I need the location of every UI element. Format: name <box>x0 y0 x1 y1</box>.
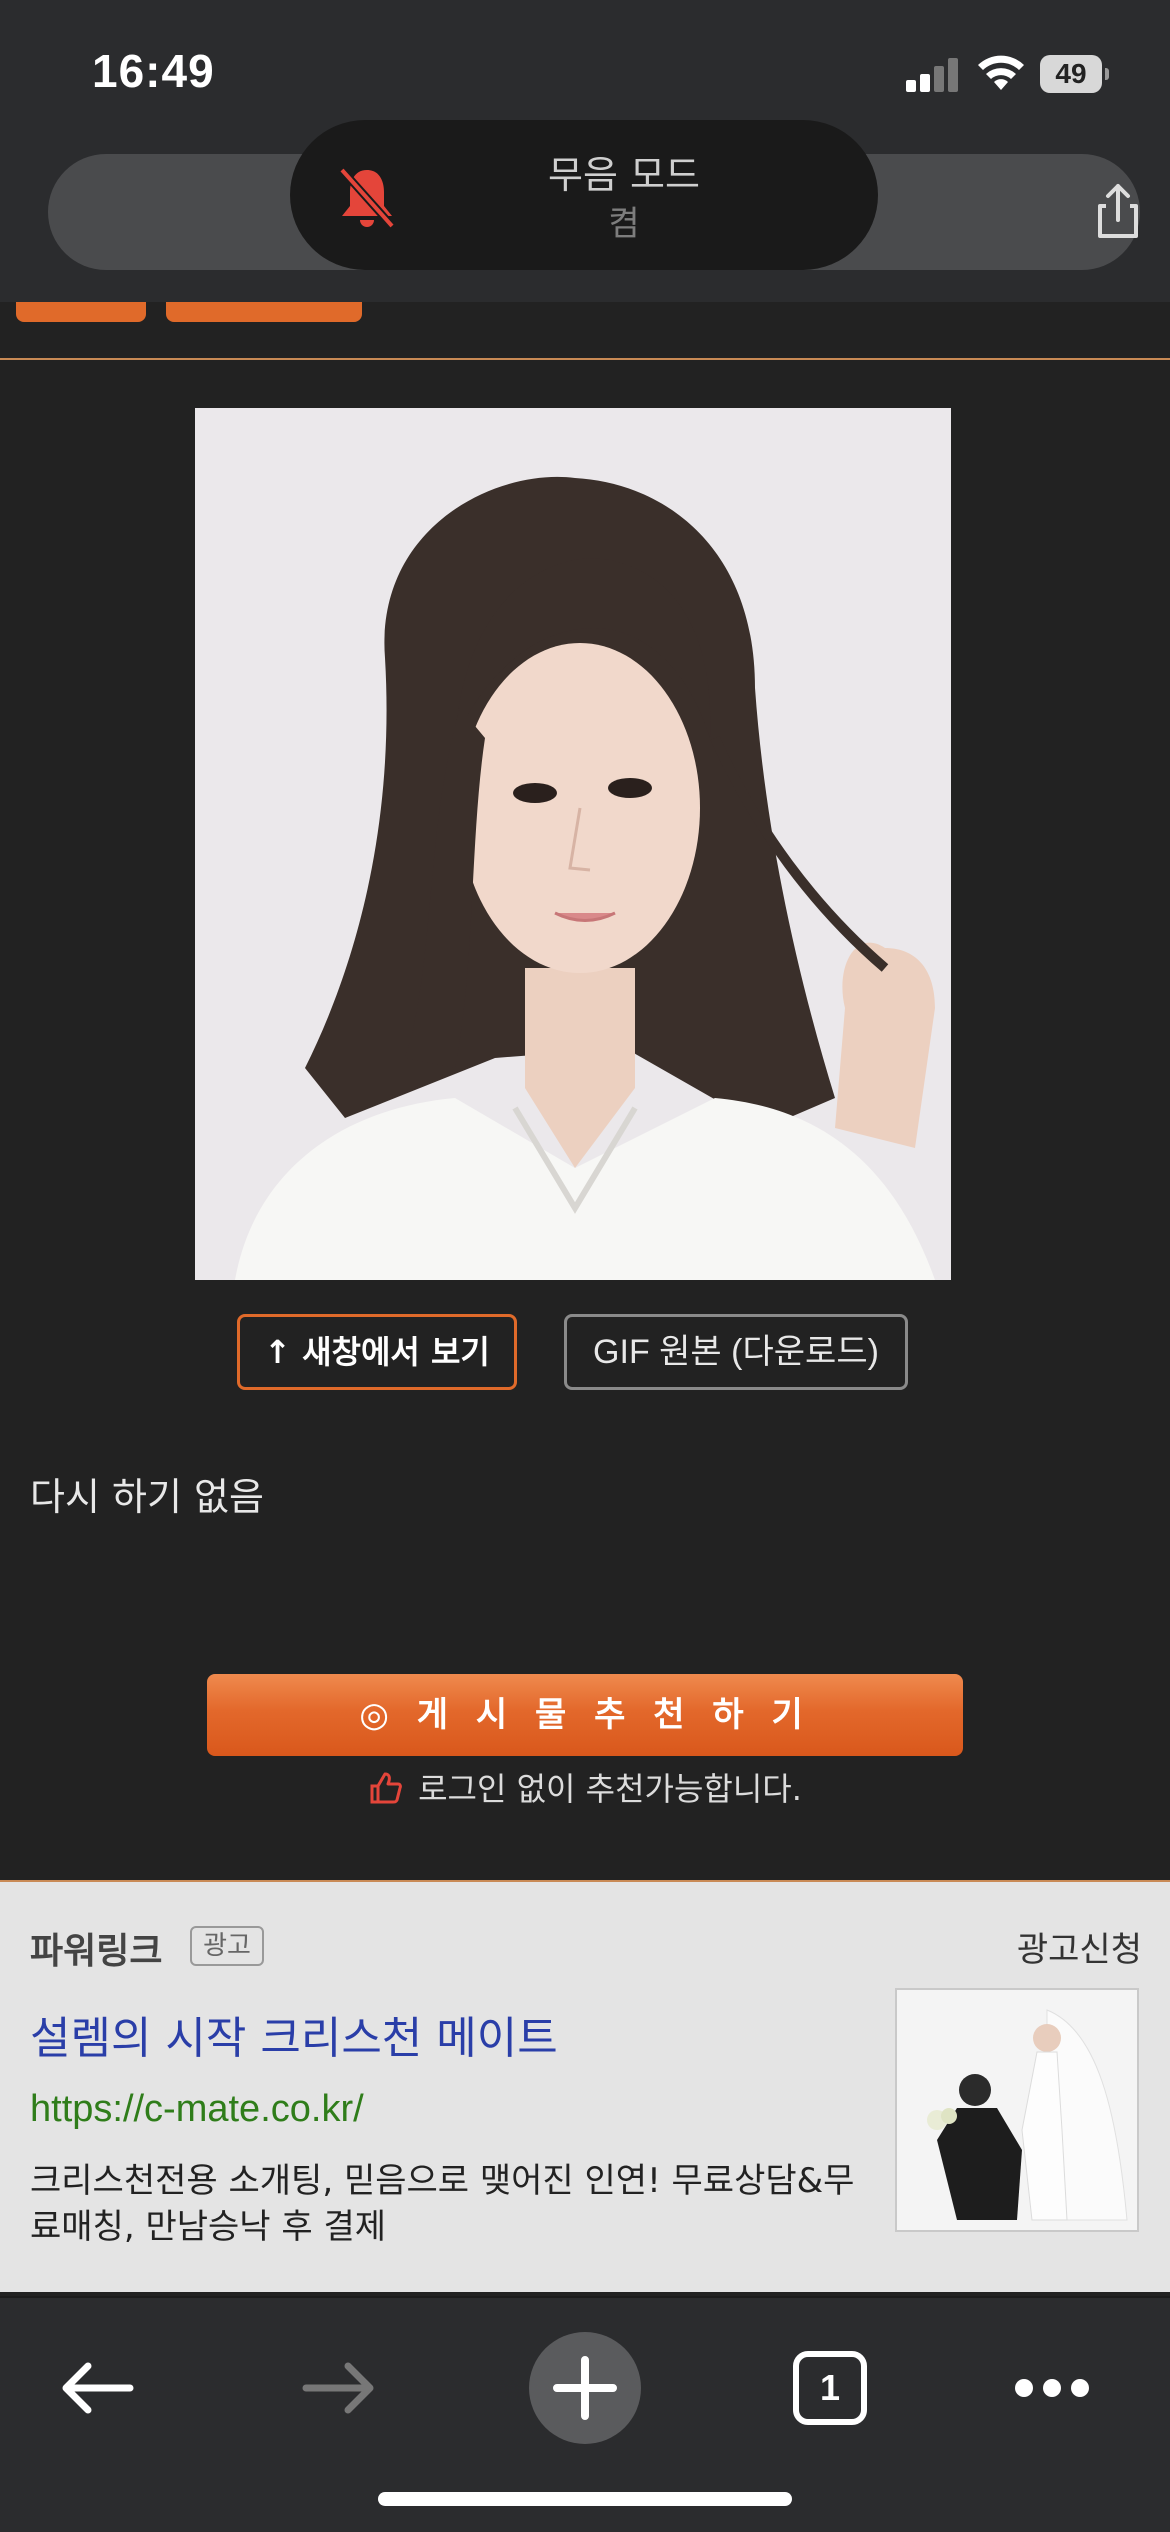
tabs-button[interactable]: 1 <box>770 2328 890 2448</box>
page-nav-strip <box>0 302 1170 360</box>
ad-title-link[interactable]: 설렘의 시작 크리스천 메이트 <box>30 2002 558 2066</box>
ad-apply-link[interactable]: 광고신청 <box>1017 1922 1142 1971</box>
forward-arrow-icon[interactable] <box>280 2328 400 2448</box>
post-body-text: 다시 하기 없음 <box>30 1475 264 1519</box>
open-new-window-button[interactable]: ↑ 새창에서 보기 <box>237 1314 517 1390</box>
home-indicator[interactable] <box>378 2492 792 2506</box>
silent-mode-notification: 무음 모드 켬 <box>290 120 878 270</box>
portrait-image <box>195 408 951 1280</box>
gif-download-button[interactable]: GIF 원본 (다운로드) <box>564 1314 908 1390</box>
couple-photo <box>897 1990 1137 2230</box>
ad-url-link[interactable]: https://c-mate.co.kr/ <box>30 2088 364 2131</box>
ad-image[interactable] <box>895 1988 1139 2232</box>
status-time: 16:49 <box>92 45 215 97</box>
cellular-signal-icon <box>906 58 958 92</box>
back-arrow-icon[interactable] <box>36 2328 156 2448</box>
recommend-note: 로그인 없이 추천가능합니다. <box>0 1764 1170 1810</box>
recommend-post-button[interactable]: ◎ 게 시 물 추 천 하 기 <box>207 1674 963 1756</box>
wifi-icon <box>978 55 1024 90</box>
silent-mode-title: 무음 모드 <box>548 153 700 197</box>
ad-badge: 광고 <box>190 1926 264 1966</box>
ad-description: 크리스천전용 소개팅, 믿음으로 맺어진 인연! 무료상담&무료매칭, 만남승낙… <box>30 2161 855 2247</box>
tab-count: 1 <box>819 2367 841 2408</box>
new-tab-plus-icon[interactable] <box>525 2328 645 2448</box>
silent-mode-state: 켬 <box>608 204 640 244</box>
thumbs-up-icon <box>370 1772 402 1804</box>
post-image <box>195 408 951 1280</box>
battery-icon: 49 <box>1040 55 1109 93</box>
recommend-note-text: 로그인 없이 추천가능합니다. <box>418 1770 802 1808</box>
page-tab-button[interactable] <box>16 302 146 322</box>
ad-label: 파워링크 <box>30 1931 163 1972</box>
powerlink-ad: 파워링크 광고 광고신청 설렘의 시작 크리스천 메이트 https://c-m… <box>0 1880 1170 2292</box>
more-options-icon[interactable] <box>992 2328 1112 2448</box>
page-tab-button[interactable] <box>166 302 362 322</box>
share-icon[interactable] <box>1086 180 1150 244</box>
